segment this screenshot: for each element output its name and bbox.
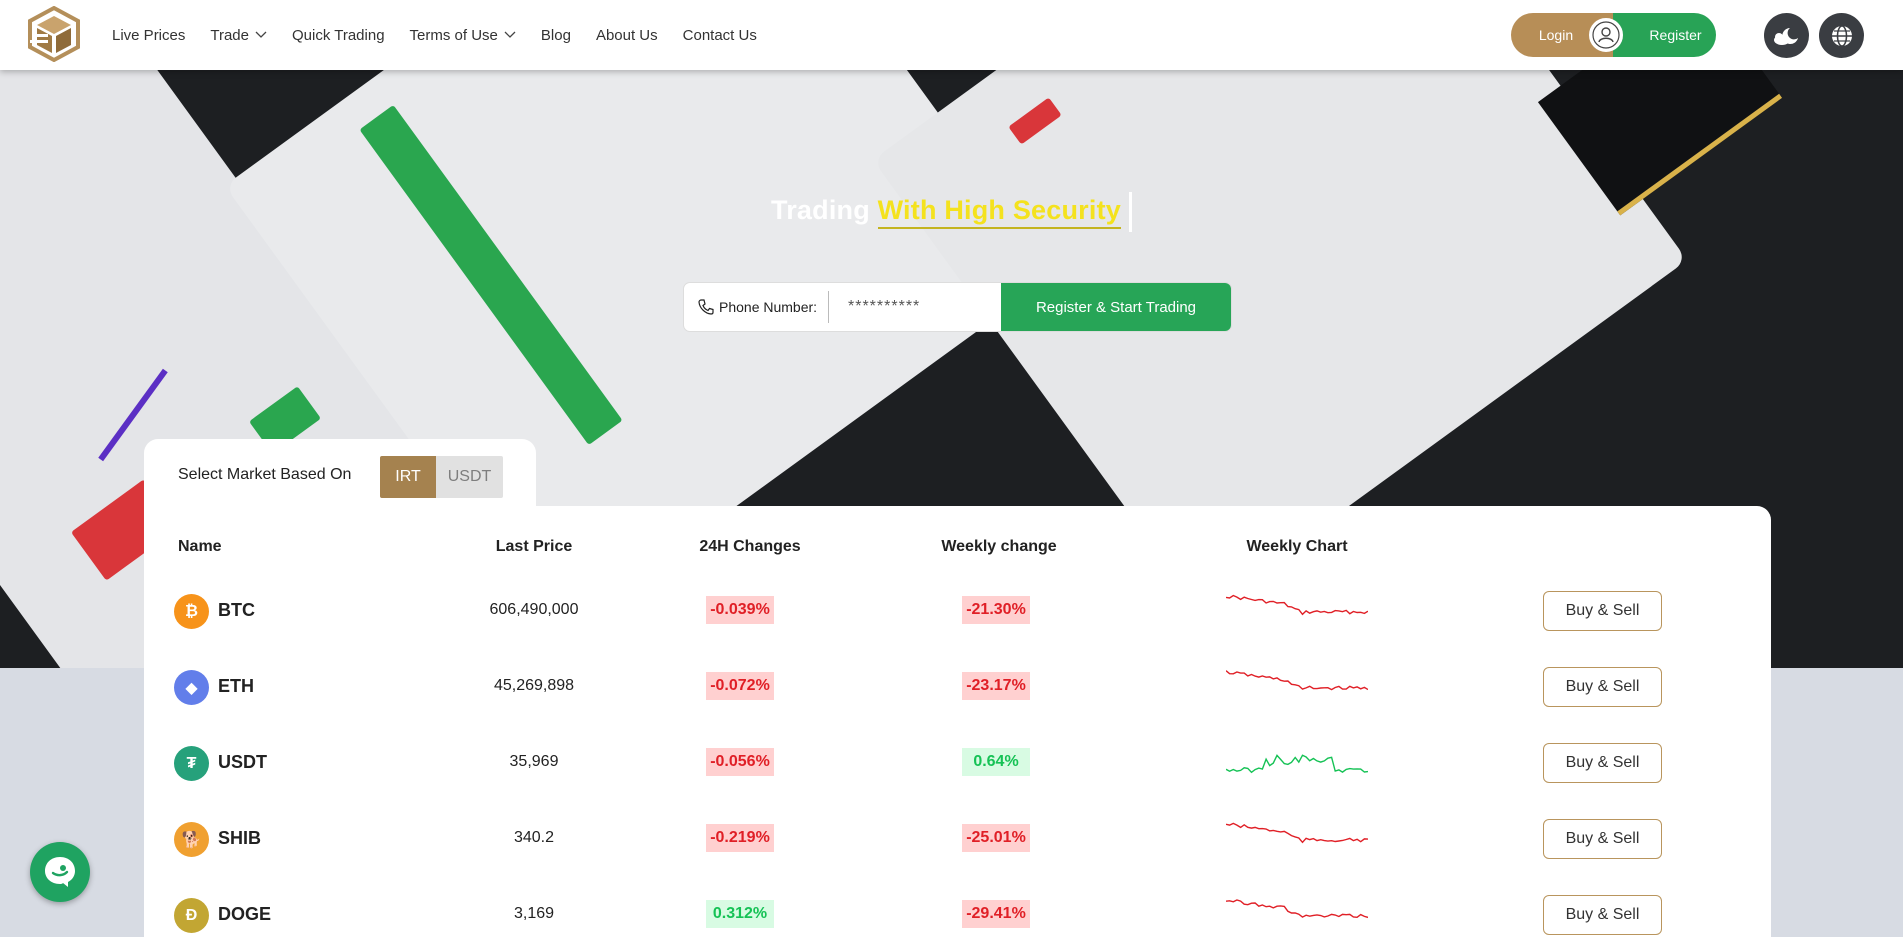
bitcoin-icon: ₿ <box>174 594 209 629</box>
typing-cursor <box>1128 192 1132 232</box>
chevron-down-icon <box>504 31 516 38</box>
change-weekly-badge: 0.64% <box>962 748 1030 776</box>
table-row[interactable]: ₿ BTC 606,490,000 -0.039% -21.30% Buy & Sell <box>144 576 1771 652</box>
change-24h-badge: -0.219% <box>706 824 774 852</box>
dogecoin-icon: Ð <box>174 898 209 933</box>
column-header-weekly-change: Weekly change <box>941 538 1057 555</box>
buy-sell-button[interactable]: Buy & Sell <box>1543 667 1662 707</box>
change-24h-badge: 0.312% <box>706 900 774 928</box>
weekly-sparkline <box>1226 670 1368 691</box>
table-row[interactable]: ◆ ETH 45,269,898 -0.072% -23.17% Buy & Sell <box>144 652 1771 728</box>
nav-link-label: Contact Us <box>682 26 757 44</box>
change-24h-badge: -0.056% <box>706 748 774 776</box>
language-globe-icon[interactable] <box>1819 13 1864 58</box>
theme-toggle-icon[interactable] <box>1764 13 1809 58</box>
market-selector-label: Select Market Based On <box>178 466 352 483</box>
hero-title-plain: Trading <box>771 195 878 226</box>
nav-link-about-us[interactable]: About Us <box>596 27 658 44</box>
coin-glyph: ₿ <box>184 602 199 620</box>
register-button[interactable]: Register <box>1613 13 1716 57</box>
coin-glyph: 🐕 <box>181 831 202 849</box>
coin-glyph: ◆ <box>185 679 198 697</box>
market-table: Name Last Price 24H Changes Weekly chang… <box>144 506 1771 937</box>
phone-icon <box>698 299 714 315</box>
last-price: 45,269,898 <box>493 677 575 694</box>
table-row[interactable]: ₮ USDT 35,969 -0.056% 0.64% Buy & Sell <box>144 728 1771 804</box>
buy-sell-button[interactable]: Buy & Sell <box>1543 591 1662 631</box>
chevron-down-icon <box>255 31 267 38</box>
market-toggle: IRT USDT <box>380 456 503 498</box>
nav-link-label: About Us <box>595 26 658 44</box>
market-option-usdt[interactable]: USDT <box>436 456 503 498</box>
chat-icon <box>45 857 75 887</box>
change-weekly-badge: -21.30% <box>962 596 1030 624</box>
column-header-24h-changes: 24H Changes <box>699 538 801 555</box>
ethereum-icon: ◆ <box>174 670 209 705</box>
last-price: 3,169 <box>513 905 555 922</box>
weekly-sparkline <box>1226 899 1368 919</box>
coin-symbol: BTC <box>218 600 255 620</box>
tether-icon: ₮ <box>174 746 209 781</box>
coin-glyph: ₮ <box>186 754 197 772</box>
last-price: 340.2 <box>513 829 555 846</box>
nav-link-label: Trade <box>210 26 249 44</box>
nav-link-live-prices[interactable]: Live Prices <box>112 27 185 44</box>
top-navbar: Live Prices Trade Quick Trading Terms of Us… <box>0 0 1903 70</box>
change-weekly-badge: -23.17% <box>962 672 1030 700</box>
nav-link-label: Live Prices <box>112 26 186 44</box>
hero-title: Trading With High Security <box>0 192 1903 232</box>
nav-link-quick-trading[interactable]: Quick Trading <box>292 27 385 44</box>
nav-link-label: Quick Trading <box>292 26 385 44</box>
change-24h-badge: -0.039% <box>706 596 774 624</box>
phone-number-input[interactable] <box>829 283 1001 331</box>
nav-link-trade[interactable]: Trade <box>210 27 267 44</box>
user-icon[interactable] <box>1589 18 1623 52</box>
buy-sell-button[interactable]: Buy & Sell <box>1543 819 1662 859</box>
market-selector: Select Market Based On IRT USDT <box>144 439 536 509</box>
last-price: 35,969 <box>509 753 559 770</box>
market-option-irt[interactable]: IRT <box>380 456 436 498</box>
table-row[interactable]: 🐕 SHIB 340.2 -0.219% -25.01% Buy & Sell <box>144 804 1771 880</box>
coin-symbol: ETH <box>218 676 254 696</box>
logo-icon[interactable] <box>26 6 82 62</box>
coin-symbol: DOGE <box>218 904 272 924</box>
coin-glyph: Ð <box>185 906 198 924</box>
table-row[interactable]: Ð DOGE 3,169 0.312% -29.41% Buy & Sell <box>144 880 1771 937</box>
nav-link-blog[interactable]: Blog <box>541 27 571 44</box>
hero-title-highlight: With High Security <box>877 195 1121 230</box>
signup-form: Phone Number: Register & Start Trading <box>683 282 1232 332</box>
phone-label-text: Phone Number: <box>719 299 818 315</box>
nav-link-label: Blog <box>540 26 571 44</box>
register-start-trading-button[interactable]: Register & Start Trading <box>1001 283 1231 331</box>
column-header-weekly-chart: Weekly Chart <box>1246 538 1348 555</box>
change-weekly-badge: -25.01% <box>962 824 1030 852</box>
coin-symbol: USDT <box>218 752 267 772</box>
nav-link-terms-of-use[interactable]: Terms of Use <box>410 27 516 44</box>
weekly-sparkline <box>1226 594 1368 616</box>
weekly-sparkline <box>1226 822 1368 844</box>
shiba-icon: 🐕 <box>174 822 209 857</box>
main-nav: Live Prices Trade Quick Trading Terms of Us… <box>112 0 782 70</box>
weekly-sparkline <box>1226 754 1368 774</box>
change-weekly-badge: -29.41% <box>962 900 1030 928</box>
buy-sell-button[interactable]: Buy & Sell <box>1543 895 1662 935</box>
column-header-name: Name <box>178 538 222 555</box>
change-24h-badge: -0.072% <box>706 672 774 700</box>
last-price: 606,490,000 <box>489 601 579 618</box>
nav-link-contact-us[interactable]: Contact Us <box>683 27 757 44</box>
buy-sell-button[interactable]: Buy & Sell <box>1543 743 1662 783</box>
phone-label: Phone Number: <box>684 291 829 323</box>
nav-link-label: Terms of Use <box>409 26 498 44</box>
column-header-last-price: Last Price <box>495 538 573 555</box>
coin-symbol: SHIB <box>218 828 262 848</box>
support-chat-button[interactable] <box>30 842 90 902</box>
